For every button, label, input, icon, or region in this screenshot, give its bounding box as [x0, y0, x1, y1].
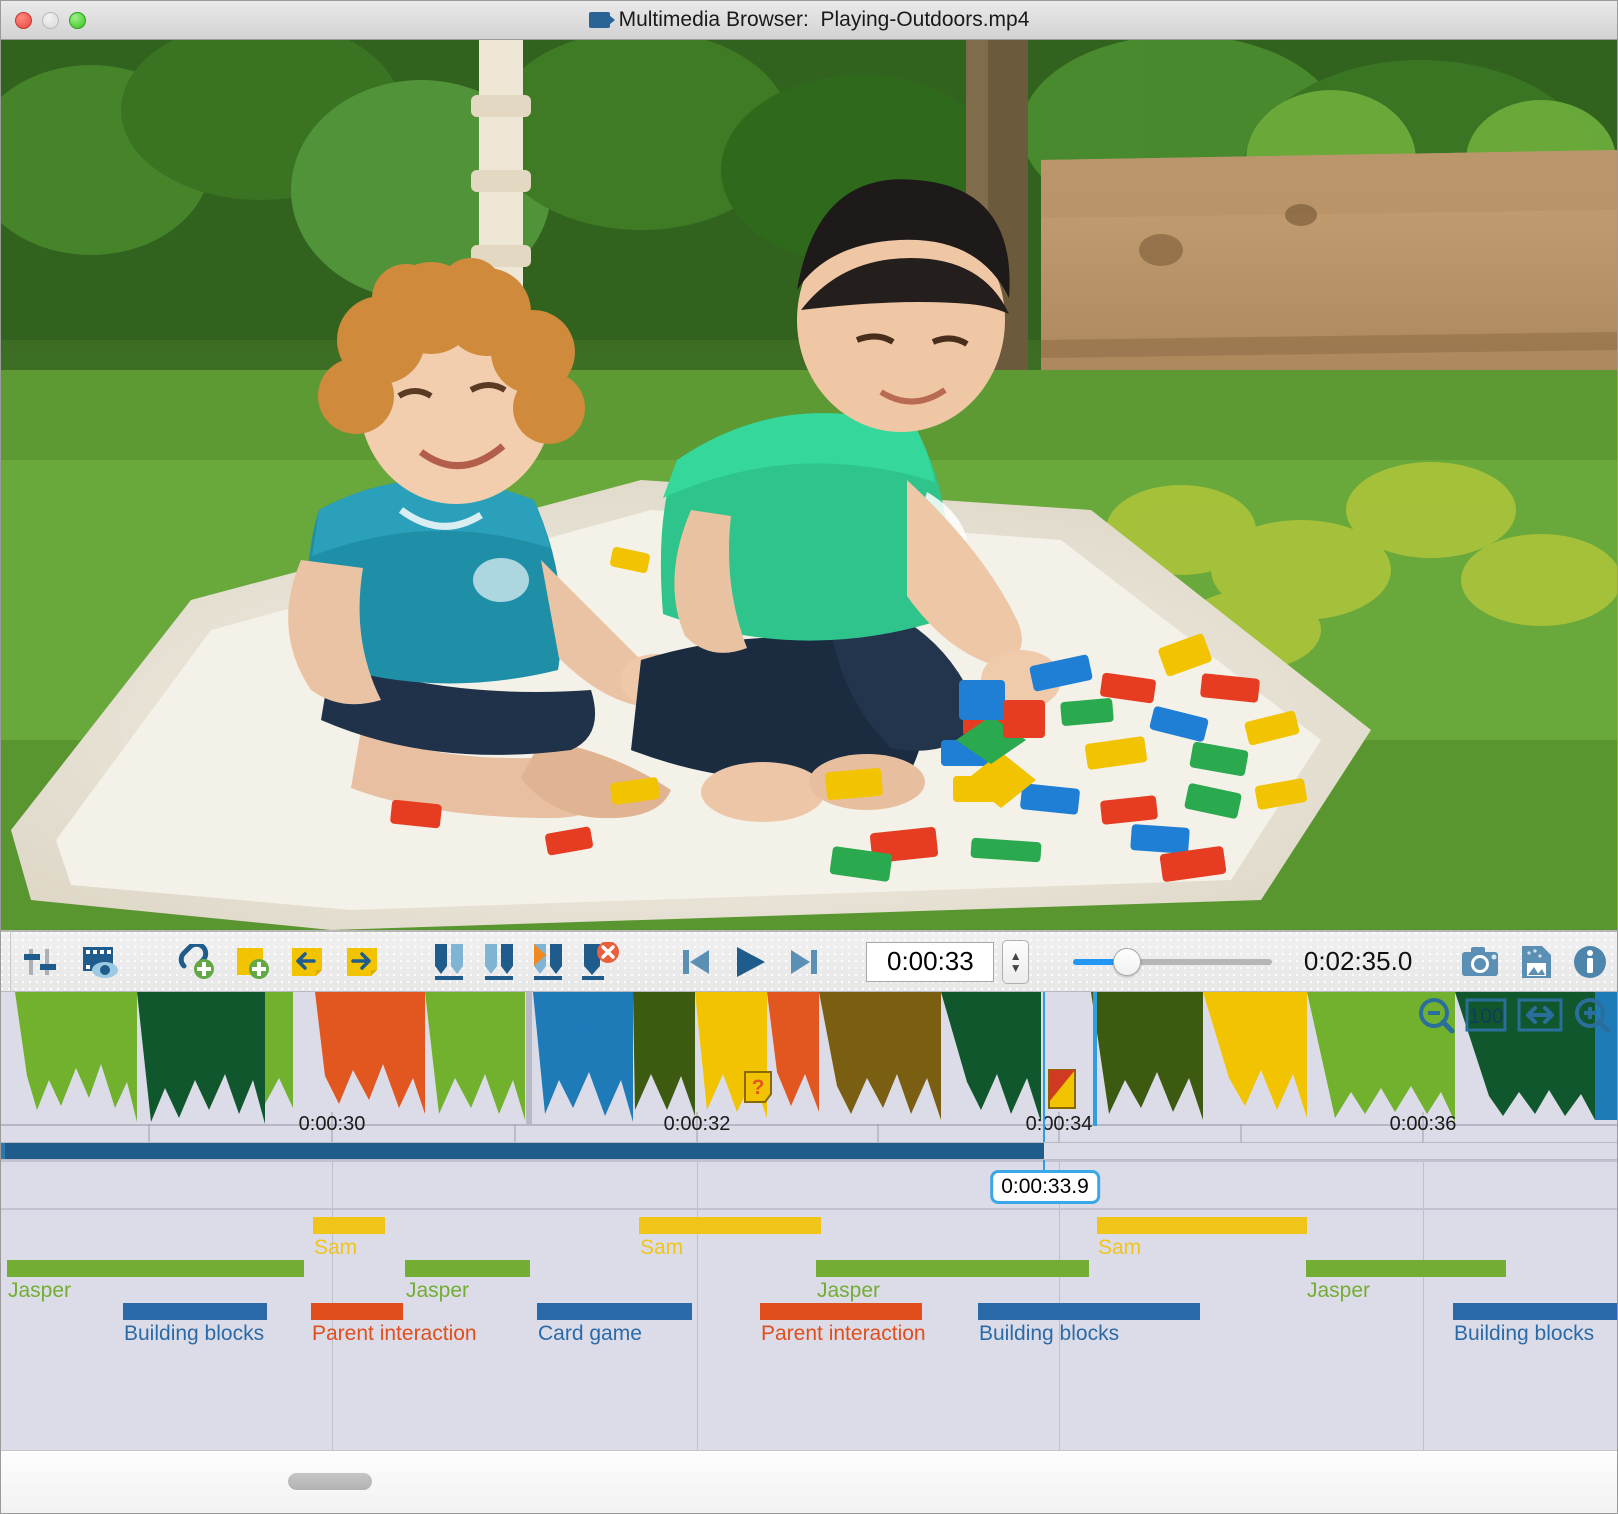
annotation-segment[interactable]	[816, 1260, 1089, 1277]
minimize-button[interactable]	[42, 11, 59, 29]
close-button[interactable]	[15, 11, 32, 29]
horizontal-scrollbar[interactable]	[1, 1450, 1617, 1513]
selection-edge-marker[interactable]	[1093, 992, 1097, 1126]
toolbar-grip[interactable]	[1, 930, 12, 993]
window-title-text: Multimedia Browser: Playing-Outdoors.mp4	[618, 8, 1030, 31]
annotation-segment[interactable]	[537, 1303, 692, 1320]
annotation-label: Jasper	[1307, 1279, 1371, 1302]
window-controls	[15, 1, 86, 39]
annotation-segment[interactable]	[639, 1217, 821, 1234]
playhead-time-bubble: 0:00:33.9	[990, 1170, 1100, 1204]
skip-next-icon[interactable]	[777, 946, 830, 978]
timeline-position-bar[interactable]	[1, 1143, 1617, 1159]
grid-line	[697, 1160, 698, 1450]
annotation-label: Building blocks	[124, 1322, 265, 1345]
video-file-icon	[588, 12, 615, 28]
volume-knob[interactable]	[1112, 947, 1141, 976]
zoom-button[interactable]	[69, 11, 86, 29]
playhead-waveform[interactable]	[1043, 992, 1045, 1142]
split-annotation-icon[interactable]	[425, 942, 474, 982]
zoom-fit-icon[interactable]	[1517, 998, 1563, 1032]
annotation-segment[interactable]	[405, 1260, 530, 1277]
annotation-label: Jasper	[8, 1279, 72, 1302]
annotation-label: Jasper	[406, 1279, 470, 1302]
annotation-segment[interactable]	[1097, 1217, 1307, 1234]
annotation-label: Parent interaction	[761, 1322, 926, 1345]
title-bar: Multimedia Browser: Playing-Outdoors.mp4	[1, 1, 1617, 40]
flag-marker-icon[interactable]	[1047, 1068, 1077, 1110]
annotation-label: Building blocks	[979, 1322, 1120, 1345]
shift-annotation-left-icon[interactable]	[281, 944, 336, 980]
annotation-segment[interactable]	[311, 1303, 403, 1320]
svg-text:?: ?	[752, 1076, 765, 1099]
annotation-label: Sam	[640, 1236, 684, 1259]
annotation-label: Building blocks	[1454, 1322, 1595, 1345]
waveform-panel[interactable]: 0:00:30 0:00:32 0:00:34 0:00:36 ? 100	[1, 992, 1617, 1143]
volume-slider[interactable]	[1072, 947, 1272, 976]
annotation-segment[interactable]	[1453, 1303, 1617, 1320]
window-title: Multimedia Browser: Playing-Outdoors.mp4	[1, 8, 1617, 32]
export-image-icon[interactable]	[1509, 944, 1564, 980]
annotation-label: Sam	[1098, 1236, 1142, 1259]
annotation-segment[interactable]	[7, 1260, 304, 1277]
position-bar-start	[1, 1143, 5, 1159]
annotation-tiers[interactable]: 0:00:33.9 Sam Sam Sam Jasper Jasper Jasp…	[1, 1159, 1617, 1450]
annotation-segment[interactable]	[760, 1303, 922, 1320]
annotation-label: Parent interaction	[312, 1322, 477, 1345]
add-link-annotation-icon[interactable]	[171, 943, 226, 980]
player-toolbar: 0:00:33 ▲ ▼ 0:02:35.0	[1, 930, 1617, 993]
current-time-input[interactable]: 0:00:33	[866, 941, 995, 982]
tier-separator	[1, 1208, 1617, 1210]
annotation-segment[interactable]	[123, 1303, 267, 1320]
video-preview[interactable]	[1, 40, 1617, 930]
annotation-segment[interactable]	[1306, 1260, 1506, 1277]
waveform-zoom-controls: 100	[1417, 996, 1611, 1034]
zoom-100-icon[interactable]: 100	[1465, 998, 1507, 1032]
annotation-label: Jasper	[817, 1279, 881, 1302]
svg-text:100: 100	[1468, 1005, 1503, 1028]
audio-waveform[interactable]	[1, 992, 1617, 1142]
tier-separator	[1, 1160, 1617, 1162]
shift-annotation-right-icon[interactable]	[336, 944, 391, 980]
link-icon[interactable]	[567, 998, 603, 1032]
insert-annotation-icon[interactable]	[523, 942, 572, 982]
annotation-segment[interactable]	[313, 1217, 385, 1234]
total-duration-label: 0:02:35.0	[1303, 946, 1413, 976]
annotation-label: Sam	[314, 1236, 358, 1259]
zoom-out-icon[interactable]	[1417, 996, 1455, 1034]
add-note-annotation-icon[interactable]	[226, 944, 281, 980]
stepper-down-icon[interactable]: ▼	[1010, 962, 1022, 974]
scrollbar-thumb[interactable]	[288, 1473, 372, 1490]
multimedia-browser-window: Multimedia Browser: Playing-Outdoors.mp4	[0, 0, 1618, 1514]
grid-line	[1423, 1160, 1424, 1450]
annotation-label: Card game	[538, 1322, 642, 1345]
video-frame-illustration	[1, 40, 1617, 930]
filmstrip-preview-icon[interactable]	[70, 944, 131, 980]
snapshot-camera-icon[interactable]	[1452, 945, 1509, 979]
question-marker-icon[interactable]: ?	[743, 1070, 773, 1104]
skip-previous-icon[interactable]	[669, 946, 722, 978]
info-icon[interactable]	[1564, 944, 1617, 980]
delete-annotation-icon[interactable]	[573, 941, 630, 982]
position-bar-fill	[1, 1143, 1044, 1159]
sliders-settings-icon[interactable]	[11, 945, 70, 979]
stepper-up-icon[interactable]: ▲	[1010, 950, 1022, 962]
play-icon[interactable]	[722, 945, 777, 979]
annotation-segment[interactable]	[978, 1303, 1200, 1320]
zoom-in-icon[interactable]	[1573, 996, 1611, 1034]
merge-annotation-icon[interactable]	[474, 942, 523, 982]
time-stepper[interactable]: ▲ ▼	[1002, 939, 1030, 984]
